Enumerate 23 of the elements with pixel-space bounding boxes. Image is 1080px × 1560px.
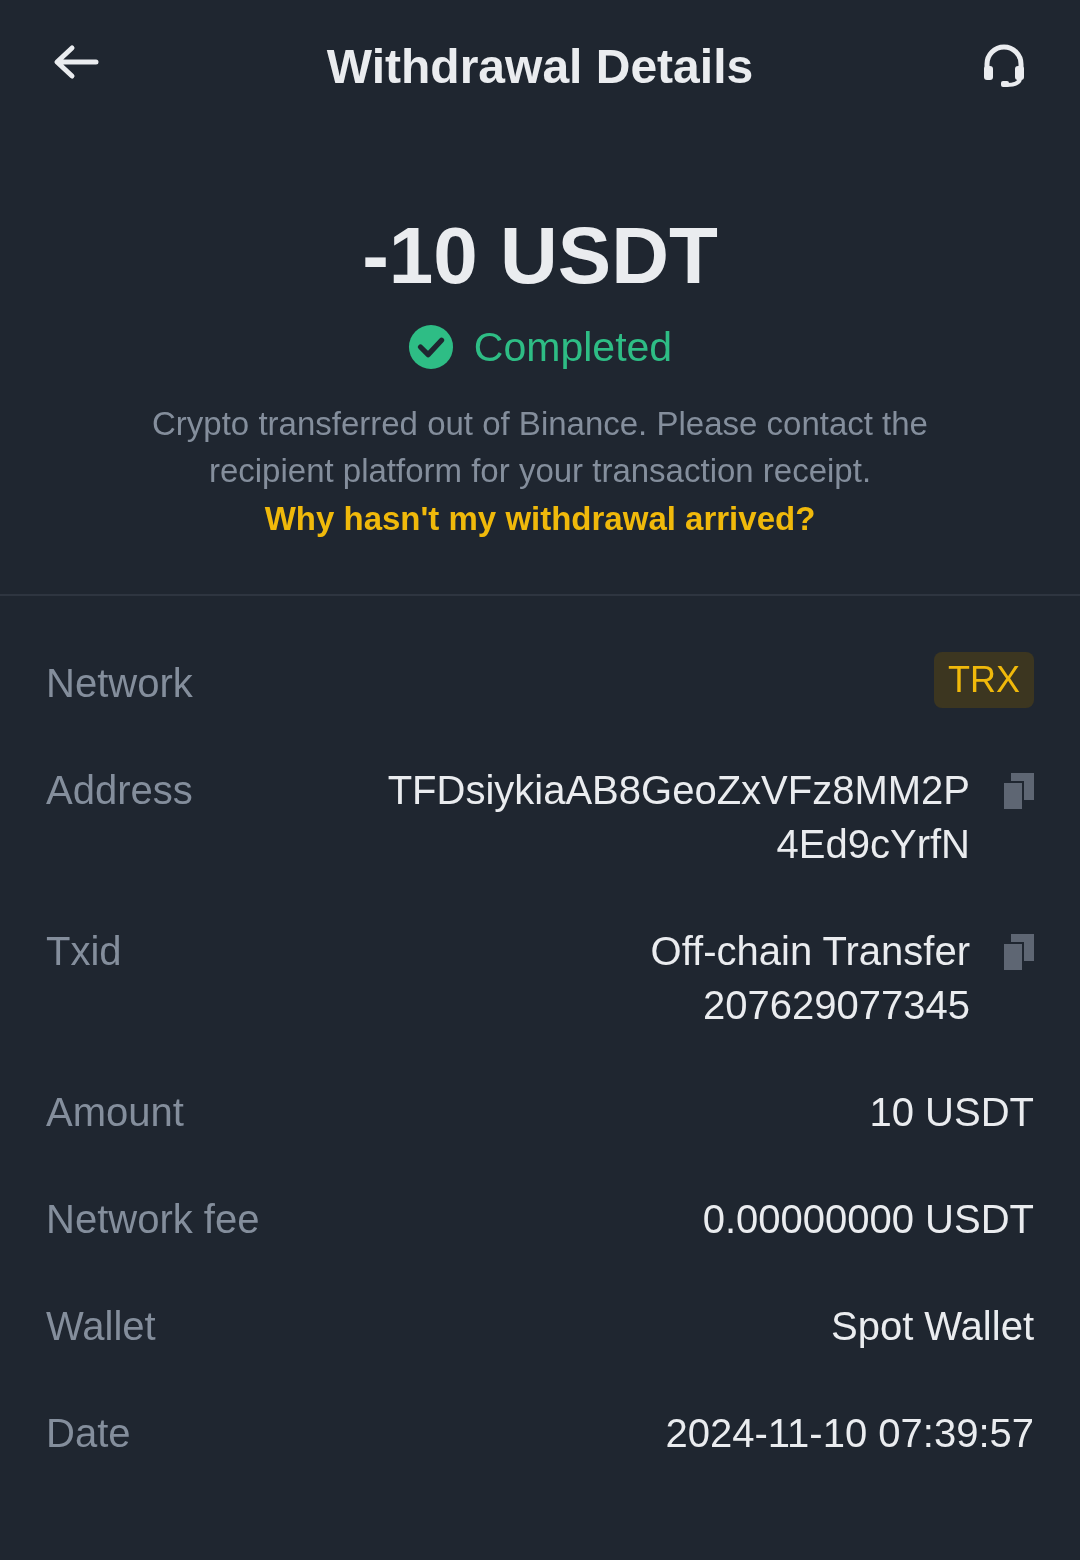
detail-value: 10 USDT bbox=[869, 1089, 1034, 1136]
network-badge: TRX bbox=[934, 652, 1034, 708]
help-link[interactable]: Why hasn't my withdrawal arrived? bbox=[264, 494, 816, 544]
detail-label: Date bbox=[46, 1410, 131, 1457]
detail-label: Network bbox=[46, 660, 193, 707]
detail-label: Amount bbox=[46, 1089, 184, 1136]
detail-label: Address bbox=[46, 767, 193, 814]
detail-label: Txid bbox=[46, 928, 122, 975]
detail-value: Spot Wallet bbox=[830, 1303, 1034, 1350]
detail-label: Wallet bbox=[46, 1303, 156, 1350]
detail-value: 0.00000000 USDT bbox=[702, 1196, 1034, 1243]
back-arrow-icon[interactable] bbox=[52, 44, 100, 80]
copy-icon[interactable] bbox=[1002, 934, 1034, 970]
withdrawal-amount: -10 USDT bbox=[362, 210, 718, 302]
description-text: Crypto transferred out of Binance. Please contact the recipient platform for your transaction receipt. bbox=[151, 404, 929, 491]
detail-value: 2024-11-10 07:39:57 bbox=[665, 1410, 1034, 1457]
copy-icon[interactable] bbox=[1002, 773, 1034, 809]
page-title: Withdrawal Details bbox=[326, 38, 754, 94]
detail-value: Off-chain Transfer 207629077345 bbox=[650, 928, 970, 1029]
detail-value: TFDsiykiaAB8GeoZxVFz8MM2P 4Ed9cYrfN bbox=[387, 767, 970, 868]
detail-label: Network fee bbox=[46, 1196, 260, 1243]
check-circle-icon bbox=[407, 324, 454, 370]
status-label: Completed bbox=[473, 323, 673, 372]
